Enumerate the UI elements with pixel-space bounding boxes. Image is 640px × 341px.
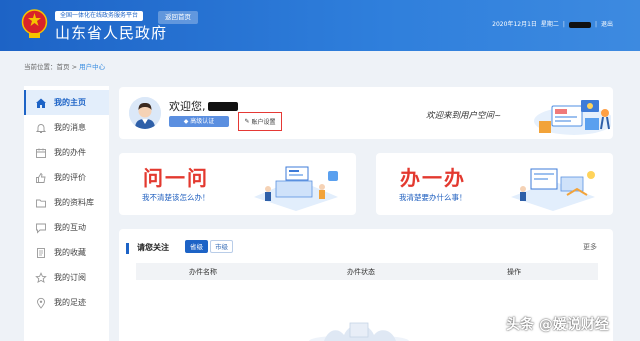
sidebar-item-library[interactable]: 我的资料库: [24, 190, 109, 215]
auth-badge-label: 高级认证: [190, 118, 215, 125]
ask-card-title: 问一问: [143, 166, 209, 190]
sidebar: 我的主页 我的消息 我的办件 我的评价 我的资料库 我的互动 我的收藏 我的订阅…: [24, 86, 109, 341]
sidebar-item-label: 我的足迹: [54, 298, 86, 307]
tab-municipal[interactable]: 市级: [210, 240, 233, 253]
header-date: 2020年12月1日: [492, 21, 537, 28]
column-header-name: 办件名称: [189, 267, 217, 276]
do-card-title: 办一办: [400, 166, 466, 190]
redacted-username: [207, 101, 238, 111]
breadcrumb-prefix[interactable]: 当前位置：首页 >: [24, 63, 79, 71]
greeting-text: 欢迎您,: [169, 100, 206, 113]
table-header: 办件名称 办件状态 操作: [136, 263, 598, 280]
attention-title: 请您关注: [137, 243, 169, 252]
sidebar-item-subscriptions[interactable]: 我的订阅: [24, 265, 109, 290]
do-card-subtitle: 我清楚要办什么事！: [399, 193, 467, 202]
header-user-info: 2020年12月1日 星期二 | | 退出: [492, 20, 613, 30]
logout-link[interactable]: 退出: [601, 20, 613, 30]
bell-icon: [35, 122, 47, 134]
do-card[interactable]: 办一办 我清楚要办什么事！: [376, 153, 613, 215]
site-title[interactable]: 山东省人民政府: [55, 24, 167, 42]
top-header: 全国一体化在线政务服务平台 返回首页 山东省人民政府 2020年12月1日 星期…: [0, 0, 640, 51]
edit-icon: ✎: [244, 118, 250, 125]
ask-card[interactable]: 问一问 我不清楚该怎么办！: [119, 153, 356, 215]
redacted-username: [568, 22, 591, 28]
chat-icon: [35, 222, 47, 234]
sidebar-item-label: 我的办件: [54, 148, 86, 157]
tab-provincial[interactable]: 省级: [185, 240, 208, 253]
column-header-status: 办件状态: [347, 267, 375, 276]
section-marker: [126, 243, 129, 254]
breadcrumb-current: 用户中心: [79, 63, 106, 71]
sidebar-item-reviews[interactable]: 我的评价: [24, 165, 109, 190]
more-link[interactable]: 更多: [583, 242, 597, 252]
welcome-greeting: 欢迎您,: [169, 98, 238, 114]
header-separator: |: [594, 21, 597, 28]
sidebar-item-cases[interactable]: 我的办件: [24, 140, 109, 165]
location-icon: [35, 297, 47, 309]
account-settings-button[interactable]: ✎ 账户设置: [238, 112, 282, 131]
folder-icon: [35, 197, 47, 209]
sidebar-item-label: 我的主页: [54, 98, 86, 107]
sidebar-item-label: 我的评价: [54, 173, 86, 182]
sidebar-item-footprints[interactable]: 我的足迹: [24, 290, 109, 315]
platform-tag[interactable]: 全国一体化在线政务服务平台: [55, 11, 144, 21]
star-icon: [35, 271, 47, 284]
empty-state-illustration: [309, 322, 409, 341]
sidebar-item-label: 我的资料库: [54, 198, 94, 207]
header-weekday: 星期二: [540, 21, 559, 28]
thumbs-up-icon: [35, 172, 47, 184]
sidebar-item-label: 我的消息: [54, 123, 86, 132]
sidebar-item-label: 我的收藏: [54, 248, 86, 257]
sidebar-item-interaction[interactable]: 我的互动: [24, 215, 109, 240]
auth-level-badge[interactable]: ◆ 高级认证: [169, 116, 229, 127]
welcome-slogan: 欢迎来到用户空间~: [426, 111, 502, 121]
welcome-illustration: [534, 100, 611, 135]
home-icon: [35, 97, 47, 109]
do-illustration: [511, 168, 595, 211]
sidebar-item-home[interactable]: 我的主页: [24, 90, 109, 115]
return-home-button[interactable]: 返回首页: [158, 11, 198, 24]
sidebar-item-label: 我的订阅: [54, 273, 86, 282]
ask-card-subtitle: 我不清楚该怎么办！: [142, 193, 210, 202]
watermark: 头条 @媛说财经: [506, 317, 609, 333]
header-separator: |: [562, 21, 565, 28]
welcome-card: 欢迎您, ◆ 高级认证 ✎ 账户设置 欢迎来到用户空间~: [119, 87, 613, 139]
account-settings-label: 账户设置: [251, 119, 276, 126]
sidebar-item-favorites[interactable]: 我的收藏: [24, 240, 109, 265]
column-header-action: 操作: [507, 267, 521, 276]
avatar: [129, 97, 161, 129]
national-emblem-icon: [21, 9, 48, 38]
ask-illustration: [254, 166, 338, 211]
sidebar-item-messages[interactable]: 我的消息: [24, 115, 109, 140]
breadcrumb: 当前位置：首页 > 用户中心: [24, 61, 105, 71]
calendar-icon: [35, 147, 47, 159]
document-icon: [35, 247, 47, 259]
sidebar-item-label: 我的互动: [54, 223, 86, 232]
